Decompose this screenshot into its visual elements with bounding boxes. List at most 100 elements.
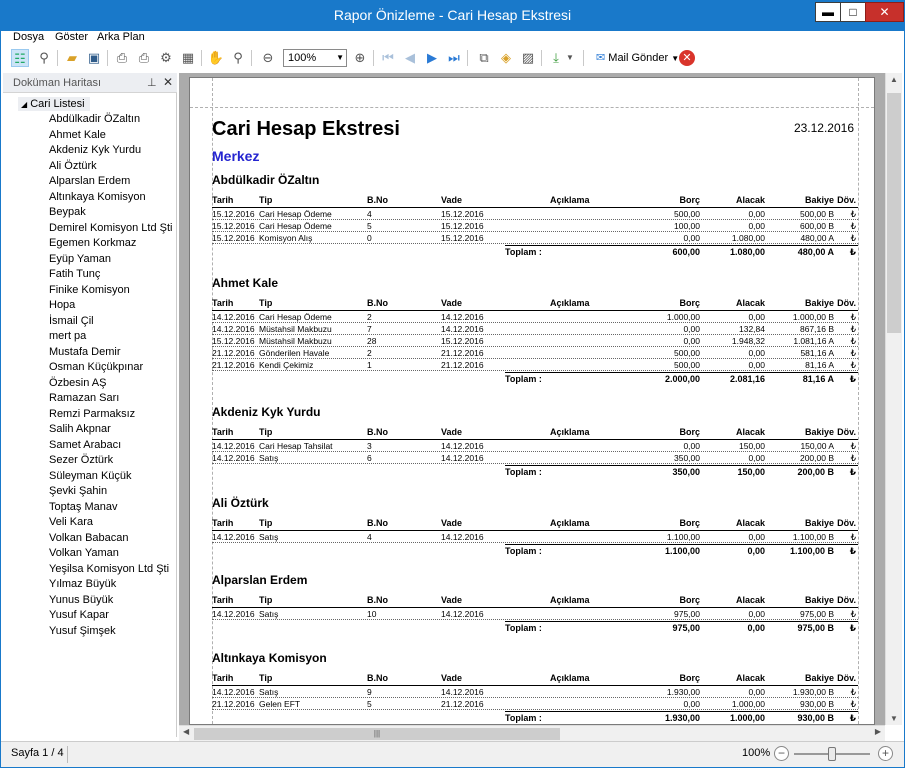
tree-item-customer[interactable]: Hopa (49, 298, 75, 313)
tree-item-customer[interactable]: Sezer Öztürk (49, 453, 113, 468)
mail-send-button[interactable]: ✉ Mail Gönder ▼ (596, 49, 679, 67)
cell-tip: Müstahsil Makbuzu (259, 336, 332, 346)
tree-item-customer[interactable]: Egemen Korkmaz (49, 236, 136, 251)
report-branch: Merkez (212, 148, 260, 164)
pin-icon[interactable]: ⊥ (147, 76, 157, 89)
zoom-select[interactable]: 100% ▼ (283, 49, 347, 67)
document-map-icon[interactable]: ☷ (11, 49, 29, 67)
page-setup-icon[interactable]: ⚙ (157, 49, 175, 67)
magnifier-icon[interactable]: ⚲ (229, 49, 247, 67)
zoom-slider-thumb[interactable] (828, 747, 836, 761)
scale-icon[interactable]: ▦ (179, 49, 197, 67)
tree-item-customer[interactable]: mert pa (49, 329, 86, 344)
scroll-down-icon[interactable]: ▼ (890, 714, 898, 723)
tree-item-customer[interactable]: Volkan Yaman (49, 546, 119, 561)
tree-item-customer[interactable]: Süleyman Küçük (49, 469, 132, 484)
tree-item-customer[interactable]: Ramazan Sarı (49, 391, 119, 406)
tree-root-cari-listesi[interactable]: ◢ Cari Listesi (18, 97, 90, 111)
zoom-in-icon[interactable]: ⊕ (351, 49, 369, 67)
cell-borc: 500,00 (674, 360, 700, 370)
column-header-dov: Döv. (837, 673, 856, 683)
cell-alacak: 132,84 (739, 324, 765, 334)
scroll-right-icon[interactable]: ▶ (875, 727, 881, 736)
vertical-scroll-thumb[interactable] (887, 93, 901, 333)
customer-name: Abdülkadir ÖZaltın (212, 173, 320, 187)
tree-item-customer[interactable]: Demirel Komisyon Ltd Şti (49, 221, 173, 236)
watermark-icon[interactable]: ▨ (519, 49, 537, 67)
total-bakiye: 930,00 B (797, 713, 834, 723)
find-icon[interactable]: ⚲ (35, 49, 53, 67)
export-dropdown-icon[interactable]: ▼ (565, 49, 575, 67)
tree-item-customer[interactable]: Yusuf Kapar (49, 608, 109, 623)
tree-item-customer[interactable]: Ahmet Kale (49, 128, 106, 143)
menu-goster[interactable]: Göster (55, 31, 88, 43)
cell-tip: Satış (259, 453, 279, 463)
zoom-out-button[interactable]: − (774, 746, 789, 761)
zoom-in-button[interactable]: + (878, 746, 893, 761)
tree-item-customer[interactable]: Veli Kara (49, 515, 93, 530)
cell-alacak: 1.948,32 (731, 336, 765, 346)
tree-item-customer[interactable]: Remzi Parmaksız (49, 407, 135, 422)
scroll-up-icon[interactable]: ▲ (890, 75, 898, 84)
tree-item-customer[interactable]: Salih Akpnar (49, 422, 111, 437)
maximize-button[interactable]: □ (840, 2, 866, 22)
last-page-icon[interactable]: ⏭ (445, 49, 463, 67)
cell-dov: ₺ (850, 453, 856, 463)
tree-item-customer[interactable]: Eyüp Yaman (49, 252, 111, 267)
background-color-icon[interactable]: ◈ (497, 49, 515, 67)
scroll-left-icon[interactable]: ◀ (183, 727, 189, 736)
tree-item-customer[interactable]: Yusuf Şimşek (49, 624, 116, 639)
save-icon[interactable]: ▣ (85, 49, 103, 67)
horizontal-scroll-thumb[interactable]: ||| (194, 728, 560, 740)
print-icon[interactable]: ⎙ (135, 49, 153, 67)
cell-bakiye: 1.081,16 A (793, 336, 834, 346)
tree-item-customer[interactable]: Alparslan Erdem (49, 174, 130, 189)
tree-item-customer[interactable]: Özbesin AŞ (49, 376, 106, 391)
total-bakiye: 200,00 B (797, 467, 834, 477)
tree-item-customer[interactable]: Şevki Şahin (49, 484, 107, 499)
tree-item-customer[interactable]: İsmail Çil (49, 314, 94, 329)
tree-item-customer[interactable]: Ali Öztürk (49, 159, 97, 174)
tree-item-customer[interactable]: Yeşilsa Komisyon Ltd Şti (49, 562, 169, 577)
menu-dosya[interactable]: Dosya (13, 31, 44, 43)
minimize-button[interactable]: ▬ (815, 2, 841, 22)
column-header-dov: Döv. (837, 427, 856, 437)
tree-item-customer[interactable]: Volkan Babacan (49, 531, 129, 546)
mail-icon: ✉ (596, 52, 606, 64)
tree-item-customer[interactable]: Akdeniz Kyk Yurdu (49, 143, 141, 158)
total-row: Toplam : 600,00 1.080,00 480,00 A ₺ (212, 246, 858, 258)
tree-item-customer[interactable]: Mustafa Demir (49, 345, 121, 360)
cell-bno: 6 (367, 453, 372, 463)
menu-arka-plan[interactable]: Arka Plan (97, 31, 145, 43)
tree-item-customer[interactable]: Altınkaya Komisyon (49, 190, 146, 205)
previous-page-icon[interactable]: ◀ (401, 49, 419, 67)
tree-item-customer[interactable]: Fatih Tunç (49, 267, 100, 282)
multiple-pages-icon[interactable]: ⧉ (475, 49, 493, 67)
tree-item-customer[interactable]: Osman Küçükpınar (49, 360, 143, 375)
vertical-scrollbar[interactable]: ▲ ▼ (885, 73, 902, 725)
cell-dov: ₺ (850, 360, 856, 370)
close-button[interactable]: ✕ (865, 2, 904, 22)
zoom-out-icon[interactable]: ⊖ (259, 49, 277, 67)
first-page-icon[interactable]: ⏮ (379, 49, 397, 67)
tree-item-customer[interactable]: Abdülkadir ÖZaltın (49, 112, 140, 127)
cell-bakiye: 81,16 A (805, 360, 834, 370)
print-dialog-icon[interactable]: ⎙ (113, 49, 131, 67)
cell-alacak: 0,00 (748, 609, 765, 619)
tree-item-customer[interactable]: Samet Arabacı (49, 438, 121, 453)
column-header-bakiye: Bakiye (804, 427, 834, 437)
next-page-icon[interactable]: ▶ (423, 49, 441, 67)
horizontal-scrollbar[interactable]: ◀ ||| ▶ (179, 725, 885, 741)
close-preview-icon[interactable]: ✕ (679, 50, 695, 66)
tree-item-customer[interactable]: Finike Komisyon (49, 283, 130, 298)
open-icon[interactable]: ▰ (63, 49, 81, 67)
tree-item-customer[interactable]: Beypak (49, 205, 86, 220)
table-row: 15.12.2016 Cari Hesap Ödeme 4 15.12.2016 500… (212, 208, 858, 220)
tree-item-customer[interactable]: Yunus Büyük (49, 593, 113, 608)
hand-tool-icon[interactable]: ✋ (207, 49, 225, 67)
close-icon[interactable]: ✕ (163, 75, 173, 89)
column-header-tarih: Tarih (212, 518, 234, 528)
tree-item-customer[interactable]: Yılmaz Büyük (49, 577, 116, 592)
tree-item-customer[interactable]: Toptaş Manav (49, 500, 117, 515)
export-icon[interactable]: ⤓ (547, 49, 565, 67)
